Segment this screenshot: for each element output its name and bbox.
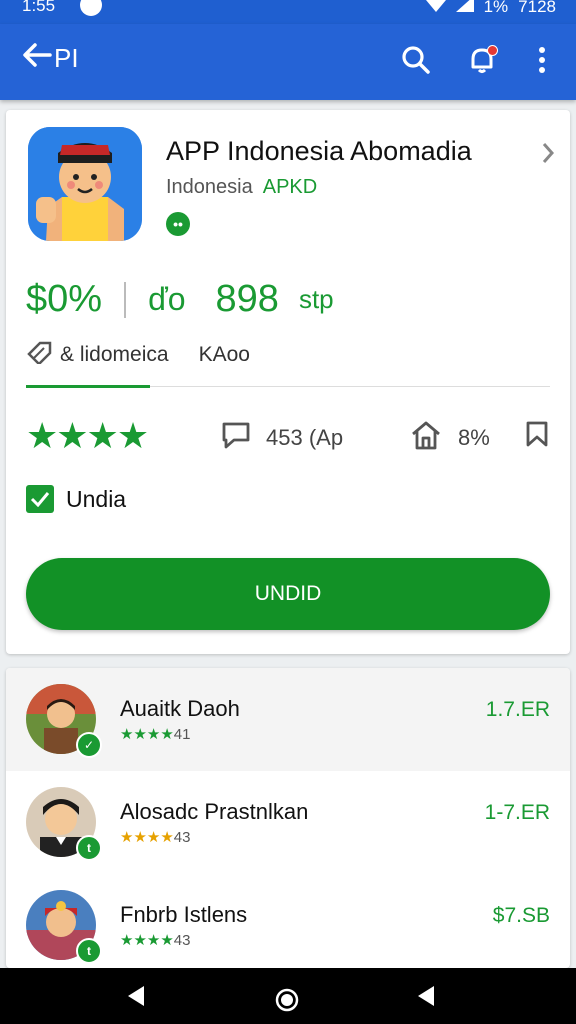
search-icon: [401, 45, 431, 80]
more-options-button[interactable]: [522, 42, 562, 82]
battery-text: 1%: [483, 0, 509, 16]
rating-stars: ★★★★: [120, 726, 174, 743]
app-detail-card: APP Indonesia Abomadia Indonesia APKD •• …: [6, 110, 570, 654]
rating-row: ★★★★ 453 (Ap 8%: [26, 415, 550, 456]
status-bar: 1:55 1% 7128: [0, 0, 576, 24]
status-right-text: 7128: [518, 0, 556, 16]
recents-nav-button[interactable]: [414, 984, 438, 1013]
home-icon: [410, 420, 442, 456]
search-button[interactable]: [396, 42, 436, 82]
app-subtitle-tag: APKD: [262, 176, 318, 198]
bookmark-button[interactable]: [524, 420, 550, 453]
arrow-left-icon: [22, 41, 52, 76]
tag-icon: [26, 340, 54, 370]
stat-divider: [124, 281, 127, 318]
list-item-value: 1.7.ER: [485, 698, 550, 721]
list-item-rating: ★★★★43: [120, 828, 190, 846]
list-item-rating-value: 41: [173, 726, 191, 743]
rating-stars: ★★★★: [26, 415, 149, 456]
status-time: 1:55: [22, 0, 56, 15]
list-item-rating: ★★★★43: [120, 931, 190, 949]
verified-badge-icon: t: [76, 835, 102, 861]
list-item-rating-value: 43: [173, 829, 191, 846]
bookmark-icon: [524, 421, 550, 452]
info-right: KAoo: [198, 343, 250, 366]
list-item-value: $7.SB: [492, 904, 550, 927]
app-icon: [28, 127, 142, 241]
back-nav-button[interactable]: [124, 984, 148, 1013]
comment-icon: [220, 420, 252, 456]
app-stats: $0% ďo 898 stp: [26, 278, 334, 321]
stat-4: stp: [298, 284, 334, 314]
stat-1: $0%: [26, 278, 103, 320]
list-item-value: 1-7.ER: [484, 801, 550, 824]
info-left: & lidomeica: [60, 343, 169, 366]
system-nav-bar: [0, 968, 576, 1024]
notification-dot: [487, 45, 498, 56]
related-list: ✓ Auaitk Daoh ★★★★41 1.7.ER t Alosadc Pr…: [6, 668, 570, 968]
install-button[interactable]: UNDID: [26, 558, 550, 630]
more-vert-icon: [538, 45, 546, 80]
checkbox[interactable]: [26, 485, 54, 513]
info-row: & lidomeica KAoo: [26, 340, 250, 370]
app-subtitle-text: Indonesia: [166, 176, 253, 198]
chevron-right-icon[interactable]: [542, 140, 555, 171]
verified-badge-icon: t: [76, 938, 102, 964]
status-icons: 1% 7128: [425, 0, 556, 17]
back-button[interactable]: PI: [22, 41, 79, 76]
checkbox-row[interactable]: Undia: [26, 485, 126, 513]
notification-status-icon: [80, 0, 102, 16]
rating-stars: ★★★★: [120, 932, 174, 949]
list-item[interactable]: t Fnbrb Istlens ★★★★43 $7.SB: [6, 874, 570, 968]
app-bar: PI: [0, 24, 576, 100]
notifications-button[interactable]: [462, 42, 502, 82]
signal-icon: [455, 0, 474, 17]
list-item-name: Auaitk Daoh: [120, 696, 240, 721]
reviews-group[interactable]: 453 (Ap: [220, 420, 343, 456]
checkbox-label: Undia: [66, 485, 127, 512]
back-label: PI: [54, 43, 79, 73]
verified-badge-icon: ••: [166, 212, 190, 236]
stat-3: 898: [215, 278, 279, 320]
review-count: 453 (Ap: [266, 425, 344, 450]
installs-group: 8%: [410, 420, 490, 456]
list-item[interactable]: t Alosadc Prastnlkan ★★★★43 1-7.ER: [6, 771, 570, 874]
install-count: 8%: [458, 425, 490, 450]
app-subtitle: Indonesia APKD: [166, 176, 317, 199]
rating-stars: ★★★★: [120, 829, 174, 846]
tab-indicator: [26, 385, 150, 388]
list-item-name: Alosadc Prastnlkan: [120, 799, 309, 824]
app-title: APP Indonesia Abomadia: [166, 136, 472, 166]
verified-badge-icon: ✓: [76, 732, 102, 758]
wifi-icon: [425, 0, 446, 17]
list-item-rating: ★★★★41: [120, 725, 190, 743]
home-nav-button[interactable]: [274, 987, 300, 1018]
stat-2: ďo: [148, 281, 186, 317]
list-item-name: Fnbrb Istlens: [120, 902, 248, 927]
list-item-rating-value: 43: [173, 932, 191, 949]
list-item[interactable]: ✓ Auaitk Daoh ★★★★41 1.7.ER: [6, 668, 570, 771]
